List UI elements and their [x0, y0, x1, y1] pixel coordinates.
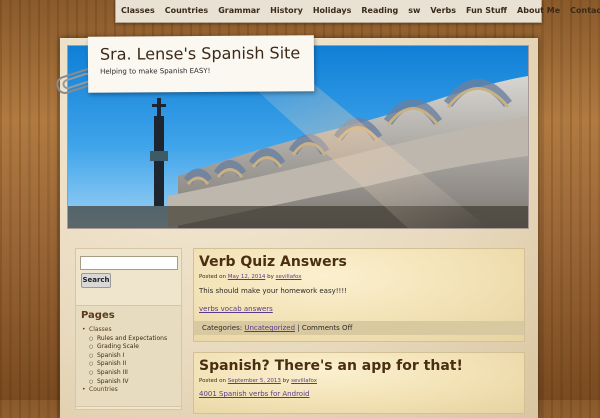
post-author-link[interactable]: sevillafox: [276, 274, 302, 280]
nav-countries[interactable]: Countries: [160, 0, 213, 22]
page-link-classes[interactable]: Classes: [82, 326, 167, 335]
nav-holidays[interactable]: Holidays: [308, 0, 357, 22]
site-tagline: Helping to make Spanish EASY!: [100, 66, 211, 76]
posted-on-label: Posted on: [199, 378, 226, 384]
post-author-link[interactable]: sevillafox: [291, 378, 317, 384]
by-label: by: [282, 378, 290, 384]
search-input[interactable]: [80, 256, 178, 270]
pages-widget: Pages Classes Rules and Expectations Gra…: [75, 305, 182, 407]
page-link-countries[interactable]: Countries: [82, 386, 167, 395]
nav-grammar[interactable]: Grammar: [213, 0, 265, 22]
posted-on-label: Posted on: [199, 274, 226, 280]
search-button[interactable]: Search: [81, 273, 111, 288]
site-title-card: Sra. Lense's Spanish Site Helping to mak…: [87, 35, 315, 93]
post-date-link[interactable]: September 5, 2013: [228, 378, 281, 384]
post-meta: Posted on September 5, 2013 by sevillafo…: [199, 378, 317, 384]
post-date-link[interactable]: May 12, 2014: [228, 274, 266, 280]
nav-history[interactable]: History: [265, 0, 308, 22]
nav-about-me[interactable]: About Me: [512, 0, 565, 22]
post-footer: Categories: Uncategorized | Comments Off: [194, 321, 524, 335]
by-label: by: [267, 274, 274, 280]
categories-label: Categories:: [202, 324, 243, 332]
nav-verbs[interactable]: Verbs: [425, 0, 461, 22]
page-link-spanish-4[interactable]: Spanish IV: [82, 378, 167, 387]
pages-list: Classes Rules and Expectations Grading S…: [82, 326, 167, 395]
comments-status: Comments Off: [301, 324, 353, 332]
post-title[interactable]: Spanish? There's an app for that!: [199, 358, 463, 374]
post-attachment-link[interactable]: 4001 Spanish verbs for Android: [199, 390, 309, 398]
nav-sw[interactable]: sw: [403, 0, 425, 22]
nav-fun-stuff[interactable]: Fun Stuff: [461, 0, 512, 22]
top-navigation: Classes Countries Grammar History Holida…: [115, 0, 600, 23]
page-link-rules[interactable]: Rules and Expectations: [82, 335, 167, 344]
footer-separator: |: [297, 324, 300, 332]
nav-reading[interactable]: Reading: [356, 0, 403, 22]
post-attachment-link[interactable]: verbs vocab answers: [199, 305, 273, 313]
pages-title: Pages: [81, 310, 115, 321]
nav-classes[interactable]: Classes: [116, 0, 160, 22]
page-link-spanish-3[interactable]: Spanish III: [82, 369, 167, 378]
post-spanish-app: Spanish? There's an app for that! Posted…: [193, 352, 525, 414]
site-title[interactable]: Sra. Lense's Spanish Site: [100, 43, 300, 63]
category-link[interactable]: Uncategorized: [244, 324, 295, 332]
page-link-spanish-2[interactable]: Spanish II: [82, 360, 167, 369]
nav-contact-me[interactable]: Contact Me!: [565, 0, 600, 22]
post-meta: Posted on May 12, 2014 by sevillafox: [199, 274, 301, 280]
page-link-spanish-1[interactable]: Spanish I: [82, 352, 167, 361]
post-title[interactable]: Verb Quiz Answers: [199, 254, 347, 270]
post-verb-quiz: Verb Quiz Answers Posted on May 12, 2014…: [193, 248, 525, 342]
post-body: This should make your homework easy!!!!: [199, 287, 347, 295]
page-link-grading-scale[interactable]: Grading Scale: [82, 343, 167, 352]
